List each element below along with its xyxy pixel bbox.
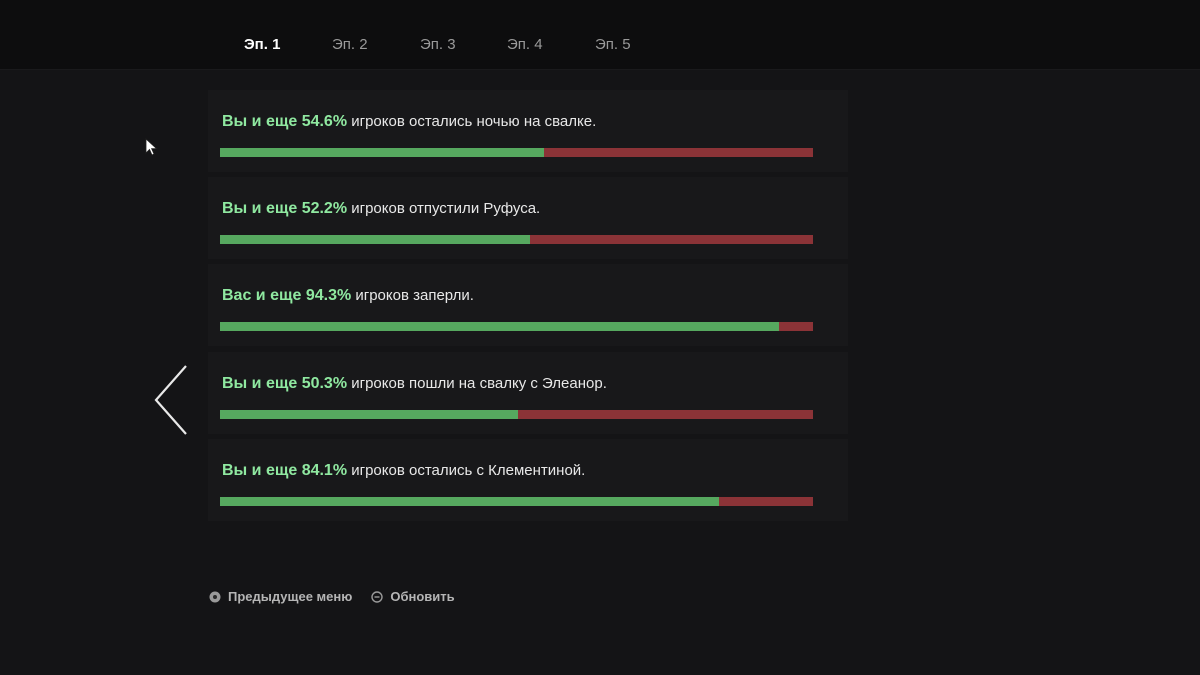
choice-stat-lead: Вас и еще 94.3% <box>222 287 352 304</box>
choice-stat-panel: Вас и еще 94.3% игроков заперли. <box>208 264 848 346</box>
previous-menu-button[interactable]: Предыдущее меню <box>209 589 352 604</box>
episode-tab-bar: Эп. 1 Эп. 2 Эп. 3 Эп. 4 Эп. 5 <box>0 0 1200 70</box>
choice-stat-description: игроков остались ночью на свалке. <box>347 113 597 130</box>
chevron-left-icon[interactable] <box>150 362 192 438</box>
choice-stat-bar <box>220 235 813 244</box>
choice-stat-panel: Вы и еще 52.2% игроков отпустили Руфуса. <box>208 177 848 259</box>
choice-stat-text: Вы и еще 84.1% игроков остались с Клемен… <box>222 462 585 480</box>
choice-stat-description: игроков отпустили Руфуса. <box>347 200 541 217</box>
tab-episode-1[interactable]: Эп. 1 <box>244 36 280 53</box>
tab-episode-4[interactable]: Эп. 4 <box>507 36 543 53</box>
choice-stat-bar-fill <box>220 497 719 506</box>
choice-stat-description: игроков пошли на свалку с Элеанор. <box>347 375 607 392</box>
choice-stat-text: Вы и еще 50.3% игроков пошли на свалку с… <box>222 375 607 393</box>
previous-menu-label: Предыдущее меню <box>228 589 353 604</box>
choice-stat-bar-fill <box>220 235 530 244</box>
choice-stat-description: игроков остались с Клементиной. <box>347 462 586 479</box>
circle-minus-button-icon <box>371 590 384 603</box>
choice-stat-panel: Вы и еще 54.6% игроков остались ночью на… <box>208 90 848 172</box>
choice-stat-bar-fill <box>220 322 780 331</box>
mouse-cursor-icon <box>145 138 158 156</box>
circle-button-icon <box>209 591 221 602</box>
choice-stat-bar <box>220 497 813 506</box>
choice-stat-bar <box>220 148 813 157</box>
tab-episode-2[interactable]: Эп. 2 <box>332 36 368 53</box>
tab-episode-3[interactable]: Эп. 3 <box>420 36 456 53</box>
choice-stat-bar <box>220 322 813 331</box>
choice-stat-panel: Вы и еще 84.1% игроков остались с Клемен… <box>208 439 848 521</box>
tab-episode-5[interactable]: Эп. 5 <box>595 36 631 53</box>
choice-stat-lead: Вы и еще 84.1% <box>222 462 348 479</box>
choice-stat-lead: Вы и еще 54.6% <box>222 113 348 130</box>
choice-stat-text: Вы и еще 54.6% игроков остались ночью на… <box>222 113 596 131</box>
choice-stat-lead: Вы и еще 50.3% <box>222 375 348 392</box>
choice-stat-bar <box>220 410 813 419</box>
footer-controls: Предыдущее меню Обновить <box>209 589 474 604</box>
refresh-button[interactable]: Обновить <box>371 589 455 604</box>
choice-stat-lead: Вы и еще 52.2% <box>222 200 348 217</box>
choice-stat-text: Вы и еще 52.2% игроков отпустили Руфуса. <box>222 200 540 218</box>
choice-stat-bar-fill <box>220 410 519 419</box>
choice-stat-text: Вас и еще 94.3% игроков заперли. <box>222 287 474 305</box>
refresh-label: Обновить <box>390 589 455 604</box>
choice-stat-description: игроков заперли. <box>351 287 474 304</box>
choice-stat-panel: Вы и еще 50.3% игроков пошли на свалку с… <box>208 352 848 434</box>
choice-stat-bar-fill <box>220 148 544 157</box>
